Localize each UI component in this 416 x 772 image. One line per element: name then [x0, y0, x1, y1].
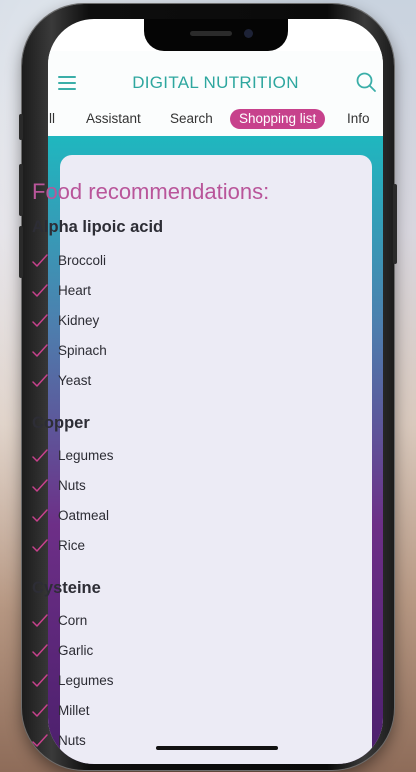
food-item-label: Heart: [58, 283, 92, 298]
checkmark-icon: [32, 644, 48, 657]
checkmark-icon: [32, 674, 48, 687]
food-item-label: Legumes: [58, 673, 114, 688]
list-item: Garlic: [32, 643, 292, 663]
home-indicator[interactable]: [156, 746, 278, 750]
list-item: Heart: [32, 283, 292, 303]
list-item: Kidney: [32, 313, 292, 333]
checkmark-icon: [32, 374, 48, 387]
card-title: Food recommendations:: [32, 179, 270, 204]
checkmark-icon: [32, 734, 48, 747]
list-item: Yeast: [32, 373, 292, 393]
section-heading: Alpha lipoic acid: [32, 218, 164, 236]
tab-bar: ll Assistant Search Shopping list Info: [48, 100, 383, 136]
list-item: Oatmeal: [32, 508, 292, 528]
tab-all[interactable]: ll: [49, 109, 55, 129]
list-item: Nuts: [32, 733, 292, 753]
food-item-label: Nuts: [58, 733, 86, 748]
food-item-label: Millet: [58, 703, 90, 718]
app-title: DIGITAL NUTRITION: [132, 73, 299, 92]
food-item-label: Nuts: [58, 478, 86, 493]
food-item-label: Oatmeal: [58, 508, 110, 523]
notch: [144, 19, 288, 51]
checkmark-icon: [32, 314, 48, 327]
list-item: Legumes: [32, 673, 292, 693]
checkmark-icon: [32, 704, 48, 717]
checkmark-icon: [32, 284, 48, 297]
food-item-label: Yeast: [58, 373, 92, 388]
tab-shopping-list[interactable]: Shopping list: [230, 109, 326, 129]
tab-info[interactable]: Info: [347, 109, 370, 129]
checkmark-icon: [32, 479, 48, 492]
list-item: Spinach: [32, 343, 292, 363]
tab-assistant[interactable]: Assistant: [86, 109, 141, 129]
mute-switch: [19, 114, 23, 140]
search-icon[interactable]: [355, 71, 377, 93]
list-item: Corn: [32, 613, 292, 633]
food-item-label: Rice: [58, 538, 86, 553]
volume-up-button: [19, 164, 23, 216]
power-button: [393, 184, 397, 264]
food-item-label: Kidney: [58, 313, 100, 328]
food-item-label: Legumes: [58, 448, 114, 463]
list-item: Legumes: [32, 448, 292, 468]
list-item: Broccoli: [32, 253, 292, 273]
checkmark-icon: [32, 539, 48, 552]
tab-search[interactable]: Search: [170, 109, 213, 129]
checkmark-icon: [32, 254, 48, 267]
food-item-label: Spinach: [58, 343, 107, 358]
front-camera: [244, 29, 253, 38]
speaker-grille: [190, 31, 232, 36]
food-item-label: Corn: [58, 613, 88, 628]
checkmark-icon: [32, 344, 48, 357]
checkmark-icon: [32, 509, 48, 522]
section-heading: Cysteine: [32, 579, 101, 597]
food-item-label: Broccoli: [58, 253, 107, 268]
list-item: Nuts: [32, 478, 292, 498]
food-item-label: Garlic: [58, 643, 94, 658]
checkmark-icon: [32, 449, 48, 462]
section-heading: Copper: [32, 414, 90, 432]
list-item: Millet: [32, 703, 292, 723]
checkmark-icon: [32, 614, 48, 627]
list-item: Rice: [32, 538, 292, 558]
volume-down-button: [19, 226, 23, 278]
